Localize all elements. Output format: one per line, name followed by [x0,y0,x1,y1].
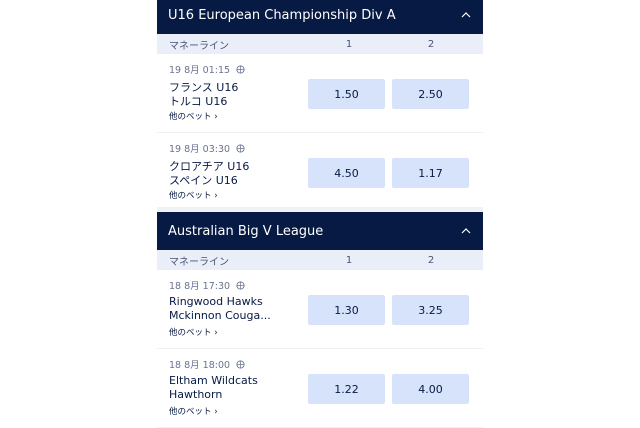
team-away: トルコ U16 [169,95,228,108]
match-time-text: 18 8月 18:00 [169,360,231,371]
team-away: Hawthorn [169,388,223,401]
odd-button-2[interactable]: 4.00 [392,374,469,404]
more-bets-link[interactable]: 他のベット › [169,405,218,417]
odd-button-1[interactable]: 1.22 [308,374,385,404]
league-title: Australian Big V League [168,223,324,239]
basketball-icon [236,280,245,290]
odd-button-1[interactable]: 1.30 [308,295,385,325]
match-row: 18 8月 17:30 Ringwood Hawks Mckinnon Coug… [157,270,483,349]
team-away: Mckinnon Couga... [169,309,271,322]
market-label: マネーライン [169,40,229,52]
team-away: スペイン U16 [169,174,238,187]
market-label: マネーライン [169,256,229,268]
match-time: 18 8月 18:00 [169,357,245,371]
league-header[interactable]: Australian Big V League [157,212,483,250]
more-bets-link[interactable]: 他のベット › [169,110,218,122]
section-divider [157,207,483,211]
more-bets-link[interactable]: 他のベット › [169,189,218,201]
match-time-text: 19 8月 03:30 [169,144,231,155]
column-2-label: 2 [427,38,435,50]
league-section-u16: U16 European Championship Div A マネーライン 1… [157,0,483,212]
odd-button-2[interactable]: 2.50 [392,79,469,109]
league-header[interactable]: U16 European Championship Div A [157,0,483,34]
match-time: 19 8月 03:30 [169,141,245,155]
odd-button-1[interactable]: 1.50 [308,79,385,109]
match-time-text: 18 8月 17:30 [169,281,231,292]
column-1-label: 1 [345,38,353,50]
column-1-label: 1 [345,254,353,266]
match-row: 19 8月 03:30 クロアチア U16 スペイン U16 他のベット › 4… [157,133,483,212]
basketball-icon [236,64,245,74]
odd-button-2[interactable]: 3.25 [392,295,469,325]
chevron-up-icon[interactable] [461,226,471,236]
team-home: Ringwood Hawks [169,295,263,308]
team-home: Eltham Wildcats [169,374,258,387]
odd-button-1[interactable]: 4.50 [308,158,385,188]
league-title: U16 European Championship Div A [168,7,396,23]
match-time: 19 8月 01:15 [169,62,245,76]
basketball-icon [236,359,245,369]
basketball-icon [236,143,245,153]
league-section-big-v: Australian Big V League マネーライン 1 2 18 8月… [157,212,483,428]
chevron-up-icon[interactable] [461,10,471,20]
market-subheader: マネーライン 1 2 [157,250,483,270]
market-subheader: マネーライン 1 2 [157,34,483,54]
match-row: 18 8月 18:00 Eltham Wildcats Hawthorn 他のベ… [157,349,483,428]
match-time: 18 8月 17:30 [169,278,245,292]
match-time-text: 19 8月 01:15 [169,65,231,76]
match-row: 19 8月 01:15 フランス U16 トルコ U16 他のベット › 1.5… [157,54,483,133]
column-2-label: 2 [427,254,435,266]
more-bets-link[interactable]: 他のベット › [169,326,218,338]
odd-button-2[interactable]: 1.17 [392,158,469,188]
